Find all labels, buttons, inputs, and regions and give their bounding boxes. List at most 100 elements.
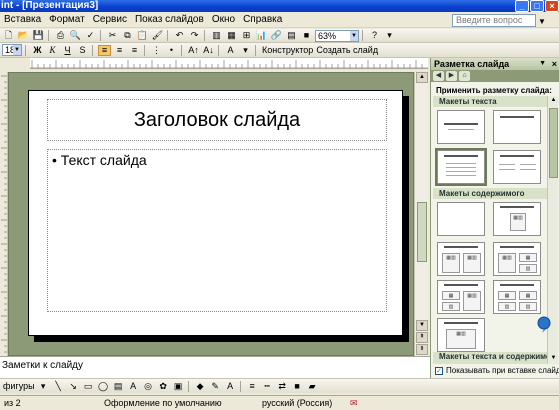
slide-body-placeholder[interactable]: • Текст слайда <box>47 149 387 312</box>
close-icon[interactable]: × <box>545 0 559 12</box>
fill-color-icon[interactable]: ◆ <box>194 381 207 392</box>
chevron-down-icon[interactable]: ▼ <box>539 58 546 70</box>
layout-two-columns[interactable] <box>493 150 541 184</box>
line-style-icon[interactable]: ≡ <box>246 381 259 392</box>
scroll-down-icon[interactable]: ▼ <box>549 354 558 362</box>
new-icon[interactable]: 🗋 <box>2 30 15 41</box>
bullets-icon[interactable]: • <box>165 45 178 56</box>
picture-icon[interactable]: ▣ <box>172 381 185 392</box>
insert-chart-icon[interactable]: 📊 <box>255 30 268 41</box>
spelling-icon[interactable]: ✓ <box>84 30 97 41</box>
scroll-up-icon[interactable]: ▲ <box>416 72 428 83</box>
open-icon[interactable]: 📂 <box>17 30 30 41</box>
forward-icon[interactable]: ▶ <box>446 71 457 81</box>
zoom-select[interactable]: 63% ▼ <box>315 29 359 42</box>
layout-blank[interactable] <box>437 202 485 236</box>
3d-style-icon[interactable]: ▰ <box>306 381 319 392</box>
diagram-icon[interactable]: ◎ <box>142 381 155 392</box>
wordart-icon[interactable]: A <box>127 381 140 392</box>
menu-help[interactable]: Справка <box>239 12 286 28</box>
scroll-down-icon[interactable]: ▼ <box>416 320 428 331</box>
back-icon[interactable]: ◀ <box>433 71 444 81</box>
print-icon[interactable]: ⎙ <box>54 30 67 41</box>
layout-content-four-b[interactable]: ▦ ▥ ▦ ▥ <box>493 280 541 314</box>
align-left-icon[interactable]: ≡ <box>98 44 111 56</box>
table-icon[interactable]: ▦ <box>225 30 238 41</box>
layout-title-content[interactable]: ▦▥ <box>493 202 541 236</box>
next-slide-icon[interactable]: ⇟ <box>416 344 428 355</box>
redo-icon[interactable]: ↷ <box>188 30 201 41</box>
font-color-icon[interactable]: A <box>224 381 237 392</box>
previous-slide-icon[interactable]: ⇞ <box>416 332 428 343</box>
arrow-style-icon[interactable]: ⇄ <box>276 381 289 392</box>
scroll-thumb[interactable] <box>549 108 558 178</box>
copy-icon[interactable]: ⧉ <box>121 30 134 41</box>
layout-title-slide[interactable] <box>437 110 485 144</box>
menu-window[interactable]: Окно <box>208 12 239 28</box>
menu-insert[interactable]: Вставка <box>0 12 45 28</box>
format-painter-icon[interactable]: 🖌 <box>151 30 164 41</box>
grid-icon[interactable]: ▤ <box>285 30 298 41</box>
increase-font-icon[interactable]: A↑ <box>187 45 200 56</box>
italic-button[interactable]: К <box>46 45 59 56</box>
undo-icon[interactable]: ↶ <box>173 30 186 41</box>
bold-button[interactable]: Ж <box>31 45 44 56</box>
layout-content-three[interactable]: ▦▥ ▦ ▥ <box>493 242 541 276</box>
arrow-icon[interactable]: ↘ <box>67 381 80 392</box>
preview-icon[interactable]: 🔍 <box>69 30 82 41</box>
design-button[interactable]: Конструктор <box>262 45 313 55</box>
show-on-insert-option[interactable]: ✓ Показывать при вставке слайдов <box>435 366 559 375</box>
underline-button[interactable]: Ч <box>61 45 74 56</box>
shadow-style-icon[interactable]: ■ <box>291 381 304 392</box>
menu-tools[interactable]: Сервис <box>89 12 131 28</box>
layout-title-only[interactable] <box>493 110 541 144</box>
clipart-icon[interactable]: ✿ <box>157 381 170 392</box>
numbering-icon[interactable]: ⋮ <box>150 45 163 56</box>
layout-title-text[interactable] <box>435 148 487 186</box>
layout-content-five[interactable]: ▦▥ <box>437 318 485 352</box>
chevron-down-icon[interactable]: ▾ <box>383 30 396 41</box>
new-slide-button[interactable]: Создать слайд <box>316 45 378 55</box>
slide-title-placeholder[interactable]: Заголовок слайда <box>47 99 387 141</box>
help-icon[interactable]: ? <box>368 30 381 41</box>
color-icon[interactable]: ■ <box>300 30 313 41</box>
align-right-icon[interactable]: ≡ <box>128 45 141 56</box>
maximize-icon[interactable]: □ <box>530 0 544 12</box>
paste-icon[interactable]: 📋 <box>136 30 149 41</box>
line-icon[interactable]: ╲ <box>52 381 65 392</box>
menu-slideshow[interactable]: Показ слайдов <box>131 12 208 28</box>
align-center-icon[interactable]: ≡ <box>113 45 126 56</box>
help-search-input[interactable]: Введите вопрос <box>452 14 536 27</box>
home-icon[interactable]: ⌂ <box>459 71 470 81</box>
scroll-thumb[interactable] <box>417 202 427 262</box>
textbox-icon[interactable]: ▤ <box>112 381 125 392</box>
minimize-icon[interactable]: _ <box>515 0 529 12</box>
line-color-icon[interactable]: ✎ <box>209 381 222 392</box>
slide-canvas[interactable]: Заголовок слайда • Текст слайда <box>28 90 403 336</box>
shadow-button[interactable]: S <box>76 45 89 56</box>
notes-pane[interactable]: Заметки к слайду <box>0 356 430 378</box>
chevron-down-icon[interactable]: ▾ <box>239 45 252 56</box>
chart-icon[interactable]: ▥ <box>210 30 223 41</box>
checkbox-checked-icon[interactable]: ✓ <box>435 366 443 375</box>
tables-borders-icon[interactable]: ⊞ <box>240 30 253 41</box>
oval-icon[interactable]: ◯ <box>97 381 110 392</box>
scroll-up-icon[interactable]: ▲ <box>549 96 558 104</box>
font-color-icon[interactable]: A <box>224 45 237 56</box>
font-size-select[interactable]: 18 ▼ <box>2 44 22 56</box>
dash-style-icon[interactable]: ┅ <box>261 381 274 392</box>
save-icon[interactable]: 💾 <box>32 30 45 41</box>
close-icon[interactable]: × <box>552 58 557 70</box>
hyperlink-icon[interactable]: 🔗 <box>270 30 283 41</box>
layout-content-four-a[interactable]: ▦ ▥ ▦▥ <box>437 280 485 314</box>
decrease-font-icon[interactable]: A↓ <box>202 45 215 56</box>
vertical-scrollbar[interactable]: ▲ ▼ ⇞ ⇟ <box>414 72 428 356</box>
layout-two-content[interactable]: ▦▥ ▦▥ <box>437 242 485 276</box>
menu-format[interactable]: Формат <box>45 12 89 28</box>
autoshapes-button[interactable]: фигуры <box>3 381 35 391</box>
chevron-down-icon[interactable]: ▼ <box>538 17 546 26</box>
cut-icon[interactable]: ✂ <box>106 30 119 41</box>
assistant-balloon-icon[interactable] <box>537 316 551 334</box>
chevron-down-icon[interactable]: ▾ <box>37 381 50 392</box>
rectangle-icon[interactable]: ▭ <box>82 381 95 392</box>
